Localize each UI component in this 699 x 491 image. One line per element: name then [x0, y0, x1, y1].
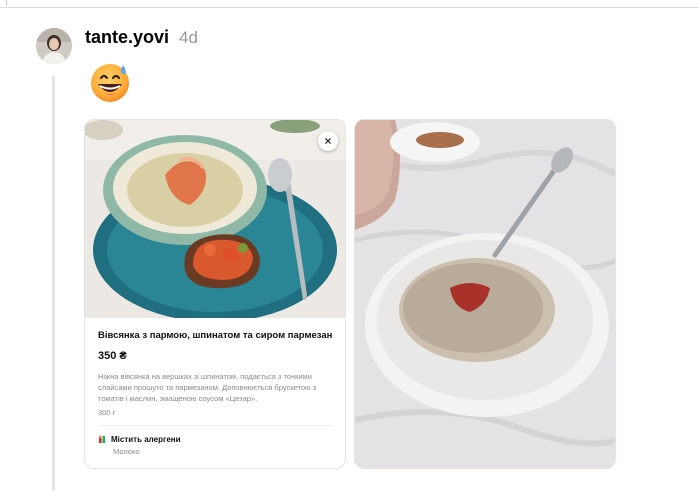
- porridge-photo: [355, 120, 615, 468]
- post-image-porridge[interactable]: [354, 119, 616, 469]
- menu-item-price: 350 ₴: [98, 350, 127, 362]
- menu-item-card: Вівсянка з пармою, шпинатом та сиром пар…: [85, 318, 345, 468]
- close-icon[interactable]: ×: [318, 131, 338, 151]
- user-avatar[interactable]: [36, 28, 72, 64]
- allergen-label: Містить алергени: [111, 435, 181, 444]
- top-divider: [0, 0, 699, 8]
- thread-line: [52, 75, 55, 491]
- avatar-photo: [36, 28, 72, 64]
- allergen-value: Молоко: [113, 447, 140, 456]
- grinning-face-with-sweat-emoji: [89, 60, 133, 104]
- post-timestamp: 4d: [179, 28, 198, 47]
- allergen-icon: [98, 435, 106, 444]
- post-image-menu-card[interactable]: × Вівсянка з пармою, шпинатом та сиром п…: [84, 119, 346, 469]
- menu-item-weight: 300 г: [98, 408, 116, 417]
- username[interactable]: tante.yovi: [85, 27, 169, 48]
- menu-item-description: Ніжна вівсянка на вершках зі шпинатом, п…: [98, 372, 317, 403]
- card-divider: [98, 425, 334, 426]
- dish-photo: [85, 120, 345, 318]
- allergen-row: Містить алергени: [98, 435, 181, 444]
- menu-item-title: Вівсянка з пармою, шпинатом та сиром пар…: [98, 330, 333, 341]
